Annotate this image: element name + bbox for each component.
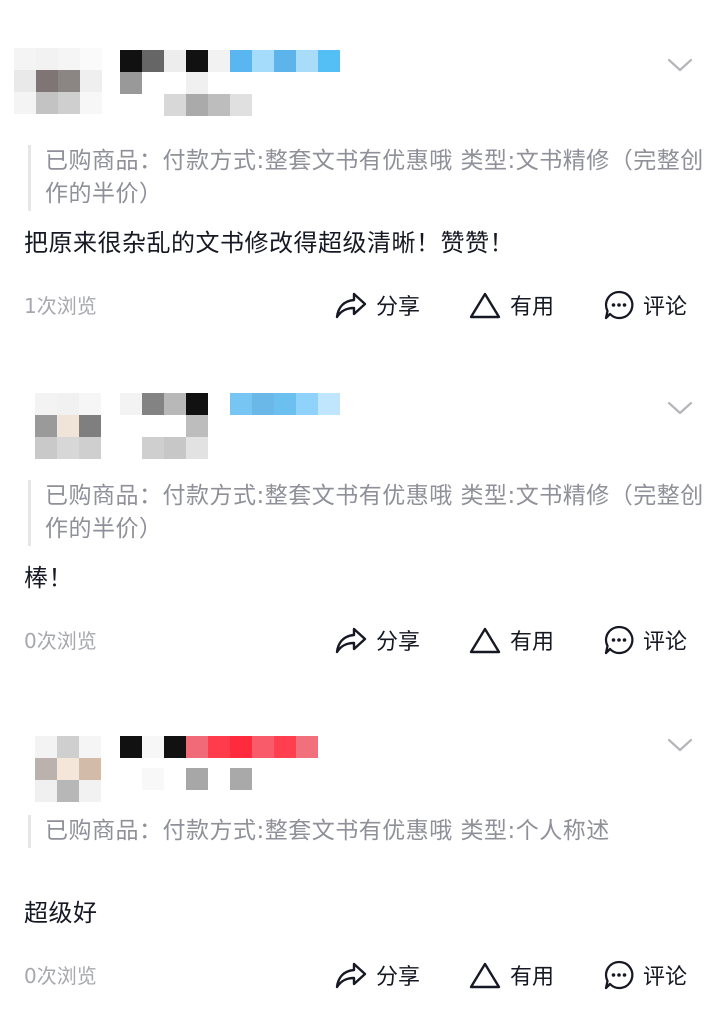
comment-button[interactable]: 评论 [603,285,687,325]
useful-icon [469,627,501,654]
comment-icon [604,625,634,655]
avatar[interactable] [14,48,102,120]
chevron-down-icon[interactable] [667,55,693,75]
chevron-down-icon[interactable] [667,735,693,755]
share-label: 分享 [376,295,421,320]
share-label: 分享 [376,965,421,990]
avatar[interactable] [35,393,101,465]
comment-label: 评论 [643,630,688,655]
comment-button[interactable]: 评论 [603,955,687,995]
view-count: 0次浏览 [24,629,97,653]
user-meta [120,768,280,798]
comment-label: 评论 [643,965,688,990]
share-label: 分享 [376,630,421,655]
useful-icon [469,292,501,319]
review-card: 已购商品：付款方式:整套文书有优惠哦 类型:文书精修（完整创作的半价） 把原来很… [0,0,715,335]
view-count: 0次浏览 [24,964,97,988]
review-card: 已购商品：付款方式:整套文书有优惠哦 类型:个人称述 超级好 0次浏览 分享 有… [0,670,715,1005]
share-button[interactable]: 分享 [334,955,420,995]
purchased-product: 已购商品：付款方式:整套文书有优惠哦 类型:文书精修（完整创作的半价） [28,145,705,211]
view-count: 1次浏览 [24,294,97,318]
useful-button[interactable]: 有用 [468,955,554,995]
useful-button[interactable]: 有用 [468,285,554,325]
username[interactable] [120,50,360,72]
review-content: 把原来很杂乱的文书修改得超级清晰！赞赞！ [24,229,514,257]
useful-button[interactable]: 有用 [468,620,554,660]
share-button[interactable]: 分享 [334,285,420,325]
user-meta [120,72,280,116]
useful-icon [469,962,501,989]
share-icon [335,962,367,989]
review-content: 超级好 [24,899,98,927]
share-button[interactable]: 分享 [334,620,420,660]
share-icon [335,627,367,654]
comment-label: 评论 [643,295,688,320]
useful-label: 有用 [510,295,555,320]
comment-button[interactable]: 评论 [603,620,687,660]
review-content: 棒！ [24,564,73,592]
user-meta [120,415,280,459]
avatar[interactable] [35,736,101,808]
useful-label: 有用 [510,630,555,655]
comment-icon [604,290,634,320]
review-card: 已购商品：付款方式:整套文书有优惠哦 类型:文书精修（完整创作的半价） 棒！ 0… [0,335,715,670]
share-icon [335,292,367,319]
username[interactable] [120,736,360,758]
username[interactable] [120,393,360,415]
useful-label: 有用 [510,965,555,990]
purchased-product: 已购商品：付款方式:整套文书有优惠哦 类型:文书精修（完整创作的半价） [28,480,705,546]
chevron-down-icon[interactable] [667,398,693,418]
comment-icon [604,960,634,990]
purchased-product: 已购商品：付款方式:整套文书有优惠哦 类型:个人称述 [28,815,705,848]
